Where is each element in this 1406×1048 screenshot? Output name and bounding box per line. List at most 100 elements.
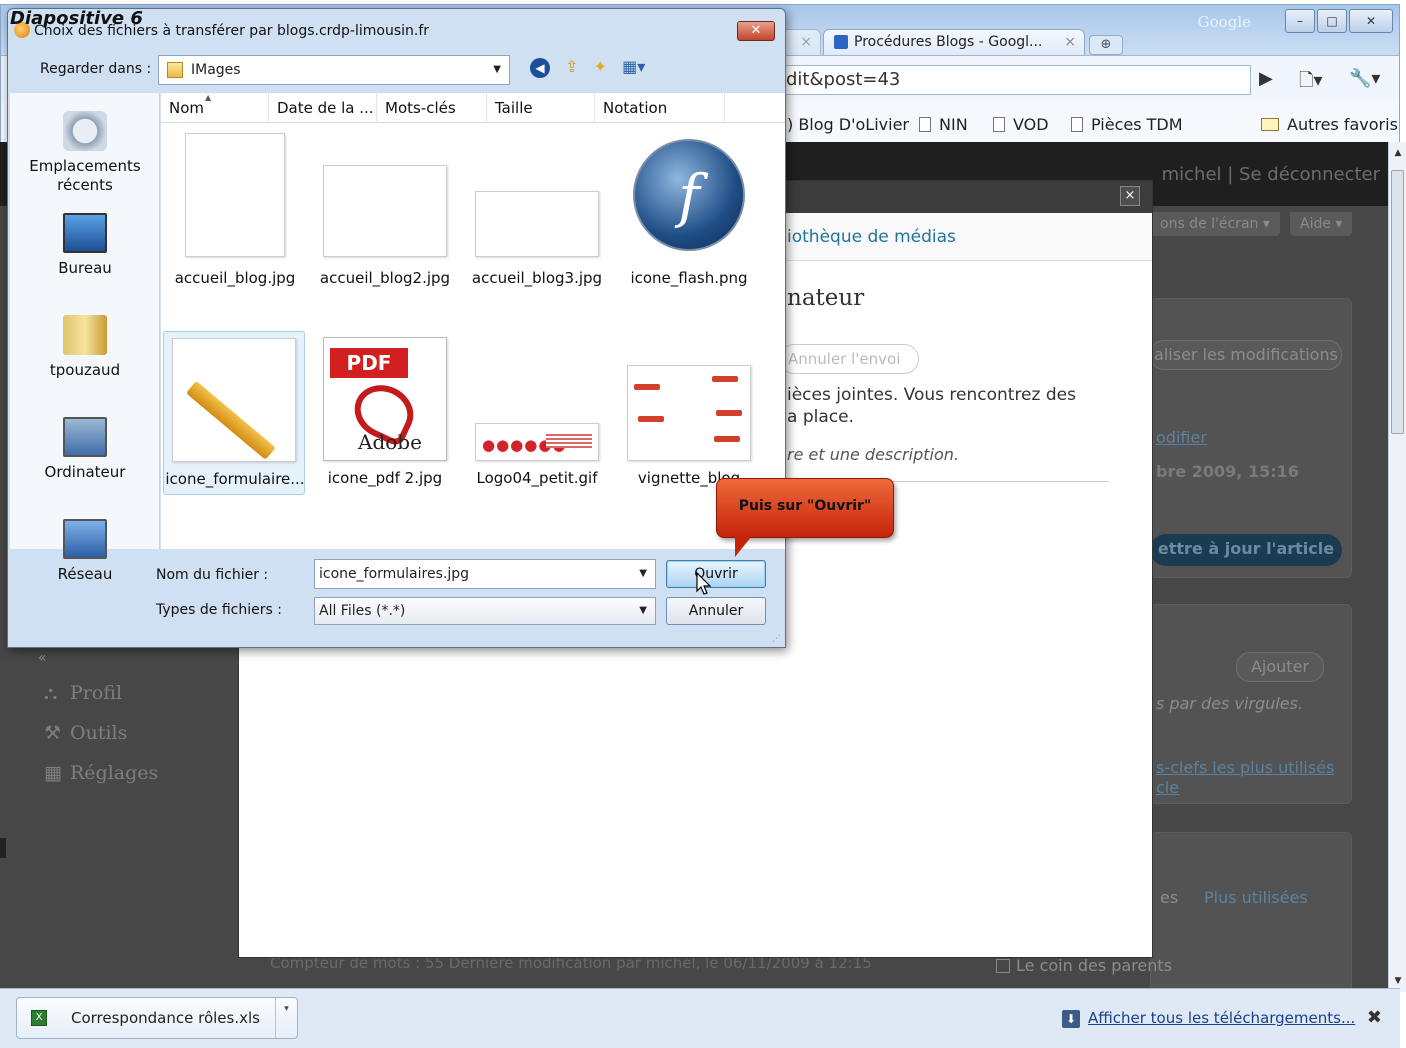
screen-options-tab[interactable]: ons de l'écran ▾ (1150, 212, 1280, 236)
category-item[interactable]: Le coin des parents (996, 956, 1172, 975)
file-item[interactable]: accueil_blog3.jpg (463, 129, 611, 297)
bookmark-other-favorites[interactable]: Autres favoris (1261, 115, 1398, 134)
file-name: accueil_blog2.jpg (319, 269, 451, 287)
scroll-down-icon[interactable]: ▼ (1389, 976, 1406, 986)
scroll-thumb[interactable] (1391, 170, 1404, 434)
place-user[interactable]: tpouzaud (10, 315, 160, 380)
look-in-dropdown[interactable]: IMages ▼ (158, 55, 510, 85)
file-item[interactable]: f icone_flash.png (615, 129, 763, 297)
file-item[interactable]: PDF Adobe icone_pdf 2.jpg (311, 331, 459, 495)
wrench-menu-icon[interactable]: 🔧▾ (1349, 68, 1380, 89)
view-menu-icon[interactable]: ▦▾ (622, 57, 645, 76)
adobe-wordmark: Adobe (358, 430, 422, 454)
tab-media-library[interactable]: iothèque de médias (787, 227, 956, 247)
place-desktop[interactable]: Bureau (10, 213, 160, 278)
bookmark-blog-olivier[interactable]: ) Blog D'oLivier (787, 115, 909, 134)
new-tab-button[interactable]: ⊕ (1089, 35, 1123, 55)
page-menu-icon[interactable]: 🗋▾ (1299, 68, 1323, 98)
column-rating[interactable]: Notation (595, 93, 725, 123)
add-tag-button[interactable]: Ajouter (1236, 652, 1324, 682)
cancel-button[interactable]: Annuler (666, 597, 766, 625)
collapse-menu-icon[interactable]: « (38, 650, 47, 666)
column-keywords[interactable]: Mots-clés (377, 93, 487, 123)
nav-profile[interactable]: ⛬ Profil (44, 682, 122, 704)
chevron-down-icon[interactable]: ▼ (493, 56, 501, 84)
file-item-selected[interactable]: icone_formulaire... (163, 331, 305, 495)
maximize-button[interactable]: □ (1317, 9, 1347, 33)
file-name: Logo04_petit.gif (476, 469, 598, 487)
file-item[interactable]: accueil_blog2.jpg (311, 129, 459, 297)
file-type-select[interactable]: All Files (*.*) ▼ (314, 597, 656, 625)
file-type-label: Types de fichiers : (156, 602, 282, 618)
file-item[interactable]: vignette_blog (615, 331, 763, 495)
file-item[interactable]: ●●●●●● Logo04_petit.gif (463, 331, 611, 495)
close-window-button[interactable]: ✕ (1349, 9, 1393, 33)
up-folder-icon[interactable]: ⇪ (565, 57, 578, 76)
update-post-button[interactable]: ettre à jour l'article (1150, 534, 1342, 566)
preview-changes-button[interactable]: aliser les modifications (1150, 340, 1342, 370)
bookmark-pieces-tdm[interactable]: Pièces TDM (1071, 115, 1183, 134)
computer-icon (63, 417, 107, 457)
column-name[interactable]: ▲ Nom (161, 93, 269, 123)
popular-tags-link-2[interactable]: cle (1156, 778, 1179, 797)
user-folder-icon (63, 315, 107, 355)
modal-close-button[interactable]: × (1120, 186, 1140, 206)
chevron-down-icon[interactable]: ▼ (639, 598, 647, 624)
place-network[interactable]: Réseau (10, 519, 160, 584)
page-scrollbar[interactable]: ▲ ▼ (1388, 142, 1406, 992)
dialog-close-button[interactable]: ✕ (737, 21, 775, 41)
minimize-button[interactable]: – (1285, 9, 1315, 33)
show-all-downloads-link[interactable]: ⬇ Afficher tous les téléchargements... (1062, 1009, 1355, 1028)
publish-date: bre 2009, 15:16 (1156, 462, 1299, 481)
file-name: icone_formulaire... (165, 470, 305, 488)
file-item[interactable]: accueil_blog.jpg (161, 129, 309, 297)
cancel-upload-button[interactable]: Annuler l'envoi (779, 344, 919, 374)
tab-procedures-blogs[interactable]: Procédures Blogs - Googl... × (823, 29, 1085, 55)
mouse-cursor-icon (696, 572, 712, 595)
open-button[interactable]: Ouvrir (666, 560, 766, 588)
nav-tools[interactable]: ⚒ Outils (44, 722, 127, 744)
annotation-tag (634, 384, 660, 390)
column-date[interactable]: Date de la ... (269, 93, 377, 123)
recent-places-icon (63, 111, 107, 151)
place-computer[interactable]: Ordinateur (10, 417, 160, 482)
scroll-up-icon[interactable]: ▲ (1389, 148, 1406, 158)
go-icon[interactable]: ▶ (1259, 68, 1273, 89)
network-icon (63, 519, 107, 559)
flash-icon: f (633, 139, 745, 251)
chevron-down-icon[interactable]: ▾ (275, 998, 297, 1038)
download-icon: ⬇ (1062, 1010, 1080, 1028)
bookmark-vod[interactable]: VOD (993, 115, 1049, 134)
file-name-input[interactable]: icone_formulaires.jpg ▼ (314, 559, 656, 589)
modal-info-line-3: re et une description. (787, 445, 959, 464)
modal-title: nateur (787, 285, 865, 311)
column-size[interactable]: Taille (487, 93, 595, 123)
place-recent[interactable]: Emplacements récents (10, 111, 160, 195)
tab-close-icon[interactable]: × (1064, 30, 1076, 54)
nav-settings[interactable]: ▦ Réglages (44, 762, 158, 784)
popular-tags-link[interactable]: s-clefs les plus utilisés (1156, 758, 1334, 777)
modal-info-line-2: a place. (787, 407, 854, 427)
resize-grip-icon[interactable]: ⋰ (772, 634, 781, 644)
instruction-callout: Puis sur "Ouvrir" (716, 478, 894, 557)
file-thumbnail (475, 191, 599, 257)
google-title: Google (1197, 13, 1251, 31)
checkbox-checked-icon[interactable] (996, 959, 1010, 973)
annotation-tag (716, 410, 742, 416)
modify-link[interactable]: odifier (1156, 428, 1207, 447)
bookmark-nin[interactable]: NIN (919, 115, 968, 134)
annotation-tag (638, 416, 664, 422)
tab-close-icon[interactable]: × (800, 30, 812, 54)
file-thumbnail (172, 338, 296, 462)
back-icon[interactable]: ◀ (530, 58, 550, 78)
pdf-icon: PDF (330, 348, 408, 378)
user-logout-text[interactable]: michel | Se déconnecter (1162, 164, 1380, 185)
download-item[interactable]: X Correspondance rôles.xls ▾ (16, 997, 298, 1039)
close-download-bar-icon[interactable]: ✖ (1367, 1007, 1382, 1028)
download-bar: X Correspondance rôles.xls ▾ ⬇ Afficher t… (0, 988, 1400, 1048)
tab-all-categories[interactable]: es (1160, 888, 1178, 907)
new-folder-icon[interactable]: ✦ (594, 57, 607, 76)
help-tab[interactable]: Aide ▾ (1290, 212, 1353, 236)
chevron-down-icon[interactable]: ▼ (639, 560, 647, 588)
tab-most-used[interactable]: Plus utilisées (1204, 888, 1308, 907)
